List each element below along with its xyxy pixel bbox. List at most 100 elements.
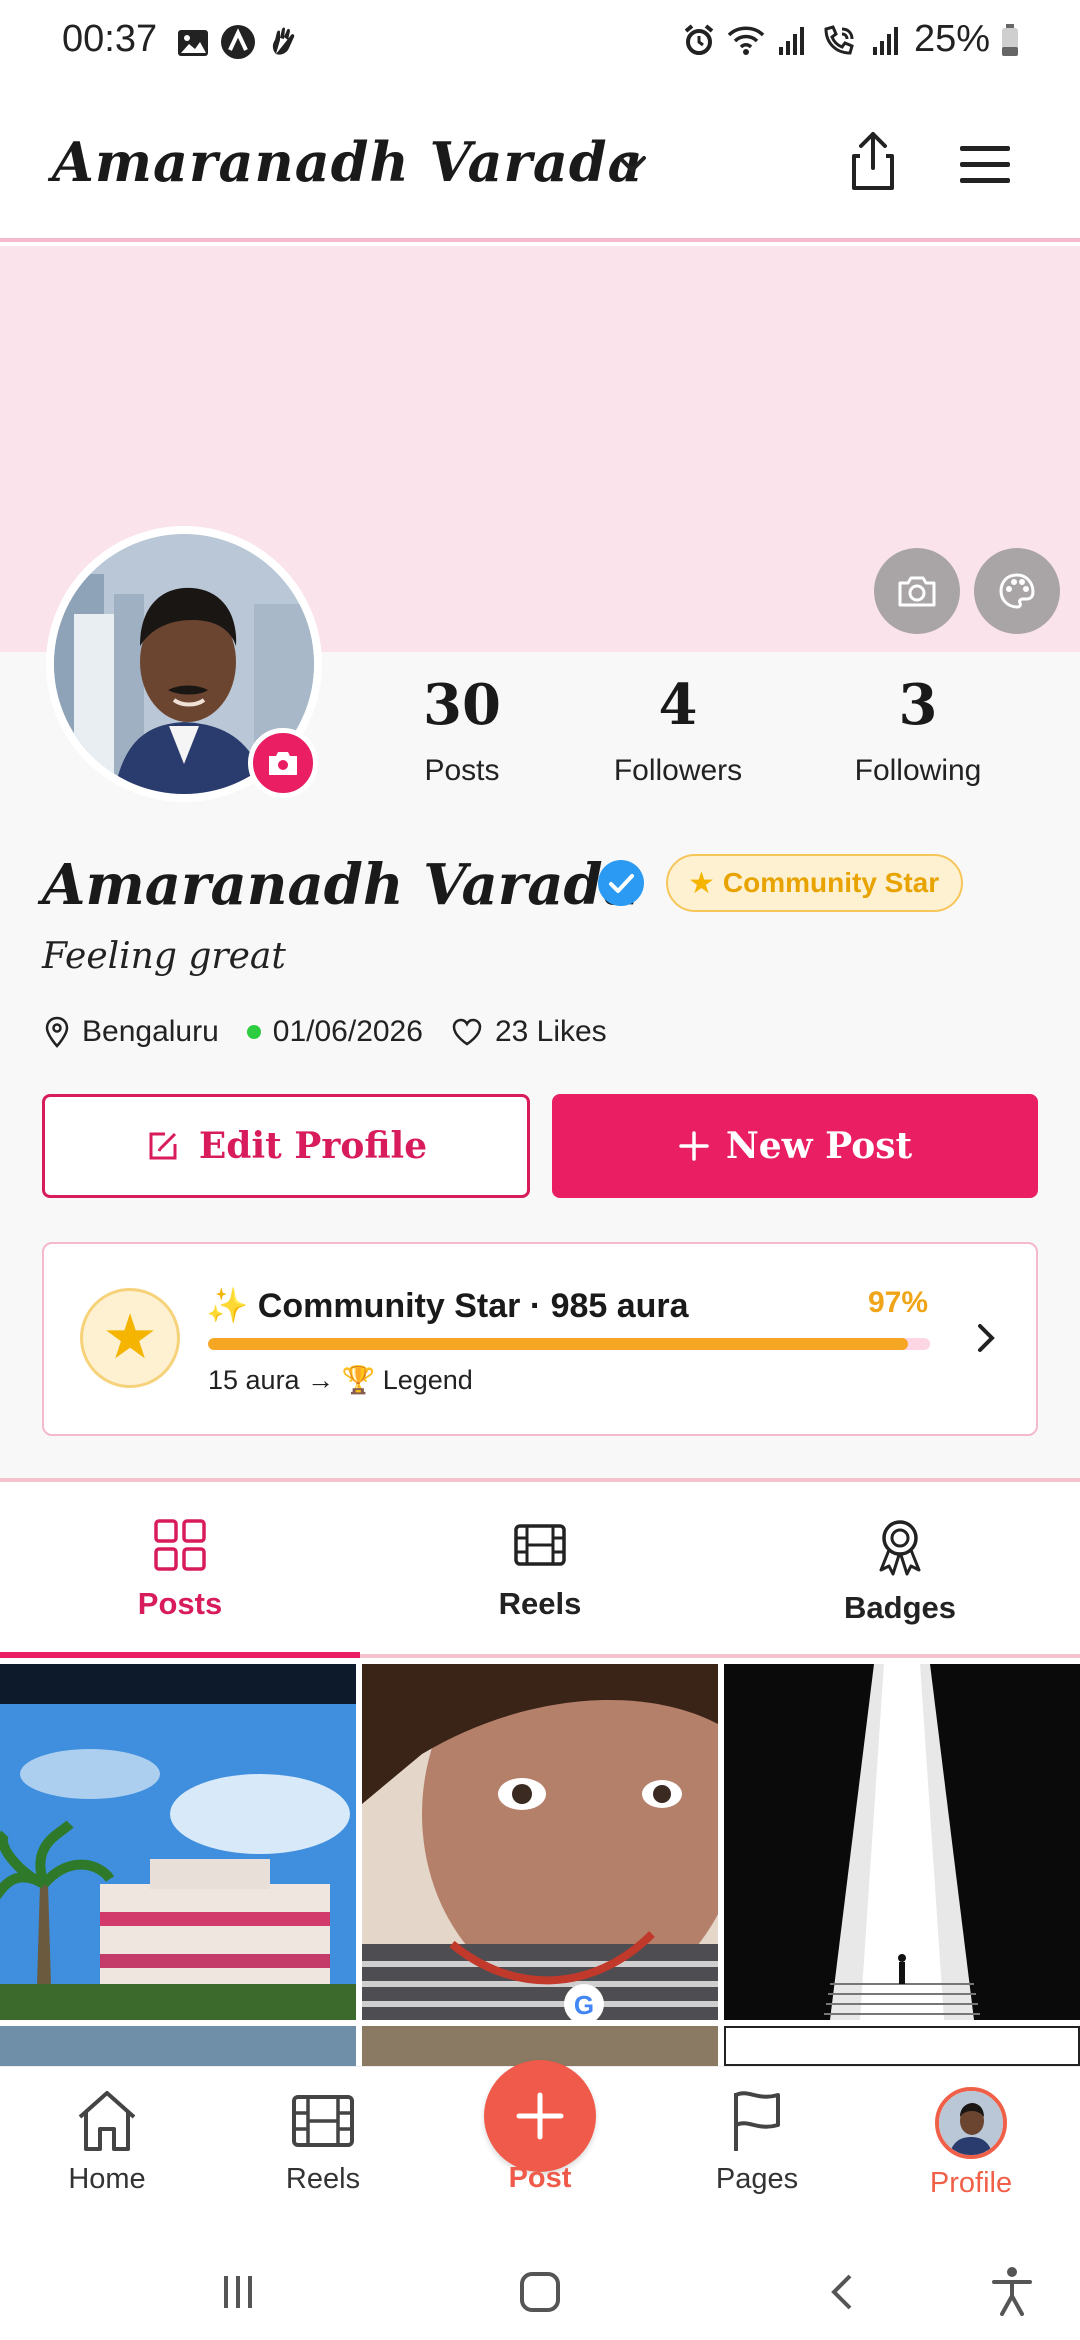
camera-icon	[269, 752, 297, 775]
aura-percent: 97%	[868, 1286, 929, 1319]
post-image: G	[362, 1664, 718, 2020]
location-pin-icon	[45, 1016, 69, 1048]
status-right: 25%	[682, 18, 1020, 61]
new-post-label: New Post	[725, 1125, 913, 1167]
award-icon	[879, 1520, 921, 1576]
signal-icon	[778, 26, 804, 55]
nav-reels[interactable]: Reels	[238, 2087, 408, 2196]
post-thumbnail[interactable]: G	[362, 1664, 718, 2020]
profile-bio: Feeling great	[42, 936, 286, 977]
tab-posts-label: Posts	[137, 1586, 223, 1621]
aura-progress-fill	[208, 1338, 909, 1350]
post-thumbnail[interactable]	[724, 1664, 1080, 2020]
plus-icon	[679, 1131, 709, 1161]
post-thumbnail[interactable]	[724, 2026, 1080, 2066]
system-navigation-bar	[0, 2236, 1080, 2340]
nav-home-label: Home	[68, 2163, 146, 2195]
menu-icon[interactable]	[952, 134, 1018, 194]
stat-following[interactable]: 3 Following	[818, 672, 1018, 788]
wifi-icon	[727, 26, 765, 55]
followers-label: Followers	[613, 754, 743, 787]
status-bar: 00:37 25%	[0, 0, 1080, 82]
location: Bengaluru	[44, 1015, 219, 1049]
online-date: 01/06/2026	[246, 1015, 423, 1049]
active-tab-indicator	[0, 1652, 360, 1658]
divider	[360, 1654, 1080, 1658]
online-dot-icon	[246, 1025, 261, 1039]
following-label: Following	[854, 754, 982, 787]
app-header: Amaranadh Varada	[0, 82, 1080, 242]
header-username[interactable]: Amaranadh Varada	[52, 130, 644, 194]
edit-icon	[149, 1132, 177, 1160]
likes-text: 23 Likes	[494, 1015, 607, 1048]
location-text: Bengaluru	[82, 1015, 219, 1048]
gallery-icon	[178, 30, 208, 56]
plus-icon	[516, 2092, 564, 2140]
share-icon[interactable]	[840, 128, 906, 194]
signal-icon	[872, 26, 898, 55]
nav-profile-label: Profile	[929, 2167, 1013, 2199]
posts-count: 30	[423, 672, 501, 738]
community-star-badge[interactable]: ★ Community Star	[666, 854, 964, 912]
nav-pages-label: Pages	[715, 2163, 799, 2195]
tab-badges-label: Badges	[844, 1590, 956, 1625]
app-a-icon	[221, 25, 255, 59]
nav-post-button[interactable]	[484, 2060, 596, 2172]
accessibility-icon[interactable]	[990, 2266, 1034, 2316]
post-thumbnail[interactable]	[0, 2026, 356, 2066]
aura-progress-bar	[208, 1338, 930, 1350]
aura-title: ✨ Community Star · 985 aura	[206, 1287, 689, 1325]
aura-next-level: 15 aura → 🏆 Legend	[208, 1365, 473, 1395]
profile-name: Amaranadh Varada	[42, 852, 639, 918]
hand-icon	[272, 27, 295, 55]
recent-apps-icon[interactable]	[216, 2270, 260, 2314]
aura-star-badge: ★	[80, 1288, 180, 1388]
battery-percent: 25%	[913, 18, 990, 60]
home-icon	[78, 2091, 136, 2151]
status-time: 00:37	[62, 18, 158, 60]
wifi-calling-icon	[824, 24, 854, 55]
stat-posts[interactable]: 30 Posts	[362, 672, 562, 788]
back-icon[interactable]	[822, 2270, 866, 2314]
profile-meta: Bengaluru 01/06/2026 23 Likes	[44, 1012, 635, 1052]
edit-profile-button[interactable]: Edit Profile	[42, 1094, 530, 1198]
profile-tabs: Posts Reels Badges	[0, 1482, 1080, 1662]
grid-icon	[154, 1519, 206, 1571]
tab-reels-label: Reels	[498, 1586, 582, 1621]
avatar-photo	[939, 2091, 1003, 2155]
date-text: 01/06/2026	[272, 1015, 423, 1048]
heart-icon	[452, 1018, 482, 1046]
chevron-down-icon[interactable]	[612, 144, 652, 184]
tab-badges[interactable]: Badges	[720, 1482, 1080, 1658]
film-icon	[514, 1524, 566, 1566]
nav-post-label[interactable]: Post	[470, 2162, 610, 2195]
home-button-icon[interactable]	[518, 2270, 562, 2314]
posts-label: Posts	[424, 754, 500, 787]
badge-label: Community Star	[722, 867, 940, 898]
stat-followers[interactable]: 4 Followers	[578, 672, 778, 788]
chevron-right-icon[interactable]	[966, 1318, 1006, 1358]
nav-home[interactable]: Home	[22, 2087, 192, 2196]
avatar-camera-button[interactable]	[248, 728, 318, 798]
star-icon: ★	[688, 866, 715, 900]
nav-pages[interactable]: Pages	[672, 2087, 842, 2196]
verified-icon	[598, 860, 644, 906]
star-icon: ★	[102, 1303, 158, 1372]
tab-posts[interactable]: Posts	[0, 1482, 360, 1658]
battery-icon	[1002, 23, 1018, 56]
post-image	[0, 1664, 356, 2020]
cover-camera-button[interactable]	[874, 548, 960, 634]
nav-reels-label: Reels	[285, 2163, 361, 2195]
edit-profile-label: Edit Profile	[198, 1125, 428, 1167]
tab-reels[interactable]: Reels	[360, 1482, 720, 1658]
new-post-button[interactable]: New Post	[552, 1094, 1038, 1198]
nav-profile-avatar	[935, 2087, 1007, 2159]
following-count: 3	[898, 672, 938, 738]
palette-icon	[999, 573, 1035, 609]
alarm-icon	[684, 23, 714, 55]
cover-theme-button[interactable]	[974, 548, 1060, 634]
film-icon	[292, 2095, 354, 2147]
post-thumbnail[interactable]	[0, 1664, 356, 2020]
nav-profile[interactable]: Profile	[886, 2087, 1056, 2200]
flag-icon	[734, 2091, 780, 2151]
